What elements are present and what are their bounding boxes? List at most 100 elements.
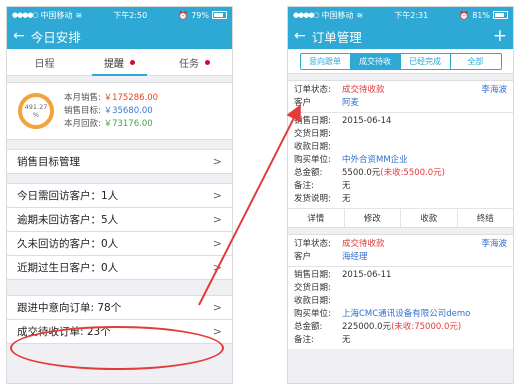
today-schedule-screen: ●●●●○ 中国移动 ≋ 下午2:50 ⏰ 79% ← 今日安排 日程 提醒 任务 491… [6, 6, 233, 384]
segment-0[interactable]: 意向跟单 [301, 53, 351, 69]
reminder-group: 今日需回访客户：1人 > 逾期未回访客户：5人 > 久未回访的客户：0人 > 近期过生… [7, 183, 232, 280]
order-owner: 李海波 [481, 85, 507, 95]
order-status-value: 成交待收款 [342, 239, 385, 249]
order-card-body: 销售日期: 2015-06-11 交货日期: 收款日期: 购买单位: 上海CMC通讯设备有… [288, 267, 513, 349]
order-owner: 李海波 [481, 239, 507, 249]
reminder-row-birthday[interactable]: 近期过生日客户：0人 > [7, 256, 232, 280]
field-value: 2015-06-11 [342, 270, 392, 280]
row-label: 销售目标管理 [17, 156, 80, 168]
chevron-right-icon: > [212, 301, 222, 314]
order-management-screen: ●●●●○ 中国移动 ≋ 下午2:31 ⏰ 81% ← 订单管理 + 意向跟单 成交待收… [287, 6, 514, 384]
clock: 下午2:31 [394, 10, 429, 20]
order-card[interactable]: 订单状态: 成交待收款 李海波 客户 海经理 销售日期: 2015-06-11 交货日期: 收款… [288, 234, 513, 349]
segment-2[interactable]: 已经完成 [401, 53, 451, 69]
row-label: 成交待收订单: 23个 [17, 326, 111, 338]
customer-label: 客户 [294, 98, 312, 108]
field-label: 备注: [294, 181, 314, 191]
order-action-button[interactable]: 终结 [458, 209, 514, 227]
schedule-tabs: 日程 提醒 任务 [7, 49, 232, 76]
carrier-label: 中国移动 [321, 10, 354, 20]
order-status-value: 成交待收款 [342, 85, 385, 95]
order-card-header: 订单状态: 成交待收款 李海波 客户 阿麦 [288, 81, 513, 113]
order-filter-bar: 意向跟单 成交待收 已经完成 全部 [288, 49, 513, 74]
alarm-icon: ⏰ [178, 10, 189, 20]
field-value: 5500.0元 [342, 168, 381, 178]
field-value: 无 [342, 335, 351, 345]
reminder-row-today[interactable]: 今日需回访客户：1人 > [7, 184, 232, 208]
field-unpaid: (未收:75000.0元) [391, 322, 462, 332]
order-actions: 详情 修改 收款 终结 [288, 208, 513, 228]
sales-target-value: ￥35680.00 [103, 105, 153, 116]
field-label: 交货日期: [294, 129, 331, 139]
field-label: 收款日期: [294, 142, 331, 152]
row-label: 久未回访的客户：0人 [17, 238, 119, 250]
segment-3[interactable]: 全部 [451, 54, 501, 69]
tab-2[interactable]: 任务 [157, 49, 232, 75]
field-label: 发货说明: [294, 194, 331, 204]
wifi-icon: ≋ [75, 10, 83, 20]
field-unpaid: (未收:5500.0元) [380, 168, 445, 178]
field-value: 上海CMC通讯设备有限公司demo [342, 309, 471, 319]
order-field: 收款日期: [294, 141, 507, 154]
order-group: 跟进中意向订单: 78个 > 成交待收订单: 23个 > [7, 295, 232, 344]
row-label: 今日需回访客户：1人 [17, 190, 119, 202]
clock: 下午2:50 [113, 10, 148, 20]
notification-dot-icon [130, 59, 135, 65]
field-value: 225000.0元 [342, 322, 392, 332]
intent-orders-row[interactable]: 跟进中意向订单: 78个 > [7, 296, 232, 320]
tab-0[interactable]: 日程 [7, 49, 82, 75]
field-label: 销售日期: [294, 116, 331, 126]
segment-1[interactable]: 成交待收 [350, 53, 401, 69]
order-field: 收款日期: [294, 295, 507, 308]
field-value: 无 [342, 194, 351, 204]
field-label: 收款日期: [294, 296, 331, 306]
back-arrow-icon[interactable]: ← [13, 28, 25, 44]
order-filter-segments: 意向跟单 成交待收 已经完成 全部 [299, 52, 502, 70]
order-action-button[interactable]: 收款 [401, 209, 458, 227]
monthly-collection-label: 本月回款: [64, 118, 101, 129]
battery-label: 81% [472, 10, 490, 20]
status-bar: ●●●●○ 中国移动 ≋ 下午2:31 ⏰ 81% [288, 7, 513, 23]
row-label: 逾期未回访客户：5人 [17, 214, 119, 226]
sales-target-label: 销售目标: [64, 105, 101, 116]
sales-target-management-row[interactable]: 销售目标管理 > [7, 150, 232, 174]
page-title: 订单管理 [311, 29, 362, 45]
target-group: 销售目标管理 > [7, 149, 232, 174]
field-value: 无 [342, 181, 351, 191]
status-bar: ●●●●○ 中国移动 ≋ 下午2:50 ⏰ 79% [7, 7, 232, 23]
field-label: 购买单位: [294, 309, 331, 319]
row-label: 跟进中意向订单: 78个 [17, 302, 122, 314]
reminder-row-overdue[interactable]: 逾期未回访客户：5人 > [7, 208, 232, 232]
field-label: 购买单位: [294, 155, 331, 165]
add-order-button[interactable]: + [493, 27, 507, 45]
order-action-button[interactable]: 详情 [288, 209, 345, 227]
nav-bar: ← 今日安排 [7, 23, 232, 49]
order-field: 销售日期: 2015-06-11 [294, 269, 507, 282]
field-label: 备注: [294, 335, 314, 345]
back-arrow-icon[interactable]: ← [294, 28, 306, 44]
battery-label: 79% [191, 10, 209, 20]
reminder-row-long-unvisited[interactable]: 久未回访的客户：0人 > [7, 232, 232, 256]
chevron-right-icon: > [212, 189, 222, 202]
order-field: 交货日期: [294, 128, 507, 141]
wifi-icon: ≋ [356, 10, 364, 20]
order-field: 购买单位: 中外合资MM企业 [294, 154, 507, 167]
customer-value: 海经理 [342, 252, 368, 262]
customer-label: 客户 [294, 252, 312, 262]
sales-summary: 491.27% 本月销售: ￥175286.00 销售目标: ￥35680.00… [7, 82, 232, 140]
row-label: 近期过生日客户：0人 [17, 262, 119, 274]
field-label: 总金额: [294, 168, 323, 178]
order-action-button[interactable]: 修改 [345, 209, 401, 227]
notification-dot-icon [205, 59, 210, 65]
carrier-label: 中国移动 [40, 10, 73, 20]
battery-icon [493, 11, 508, 19]
chevron-right-icon: > [212, 237, 222, 250]
customer-value: 阿麦 [342, 98, 360, 108]
monthly-sales-label: 本月销售: [64, 92, 101, 103]
pending-collection-orders-row[interactable]: 成交待收订单: 23个 > [7, 320, 232, 344]
tab-1[interactable]: 提醒 [82, 49, 157, 76]
order-field: 总金额: 5500.0元(未收:5500.0元) [294, 167, 507, 180]
order-field: 备注: 无 [294, 180, 507, 193]
field-value: 2015-06-14 [342, 116, 392, 126]
order-card[interactable]: 订单状态: 成交待收款 李海波 客户 阿麦 销售日期: 2015-06-14 交货日期: 收款日… [288, 80, 513, 228]
